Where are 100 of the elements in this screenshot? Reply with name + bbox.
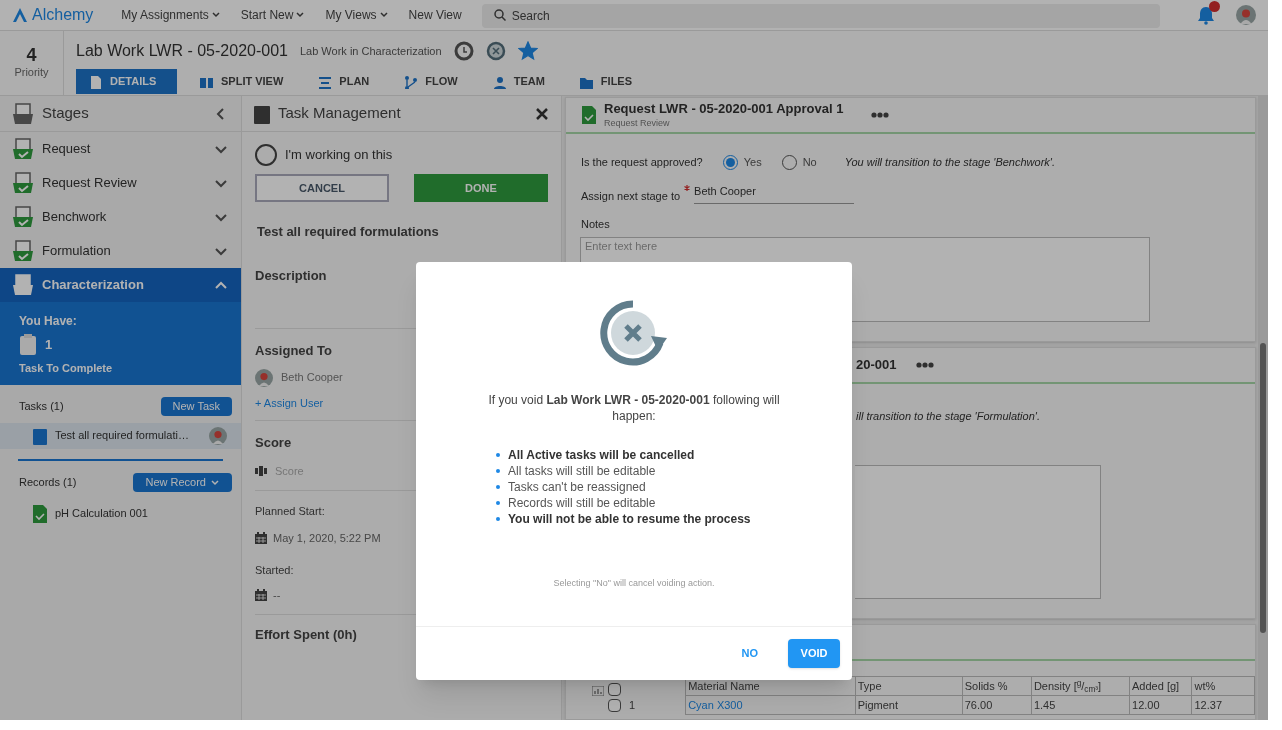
field-label: Description xyxy=(255,266,327,285)
dialog-note: Selecting "No" will cancel voiding action. xyxy=(552,577,716,590)
new-task-button[interactable]: New Task xyxy=(160,397,232,416)
checkbox[interactable] xyxy=(608,682,621,696)
document-check-icon xyxy=(582,106,596,124)
avatar-icon xyxy=(255,368,273,387)
no-button[interactable]: NO xyxy=(733,639,766,668)
caret-icon xyxy=(295,10,306,20)
summary-heading: You Have: xyxy=(19,313,78,330)
stage-item[interactable]: Benchwork xyxy=(0,200,241,234)
done-button[interactable]: DONE xyxy=(414,174,548,202)
bell-icon[interactable] xyxy=(1196,5,1216,25)
document-check-icon xyxy=(33,504,47,523)
new-record-button[interactable]: New Record xyxy=(133,473,232,492)
calendar-icon xyxy=(255,588,267,601)
column-header: Added [g] xyxy=(1129,676,1192,696)
task-count: 1 xyxy=(45,336,53,355)
field-label: Notes xyxy=(581,217,610,232)
task-name: Test all required formulations xyxy=(257,223,439,241)
clipboard-icon xyxy=(19,334,37,356)
tab[interactable]: SPLIT VIEW xyxy=(187,69,296,94)
working-checkbox[interactable]: I'm working on this xyxy=(255,144,548,166)
tab[interactable]: FILES xyxy=(566,69,645,94)
stage-item[interactable]: Request Review xyxy=(0,166,241,200)
column-header: Solids % xyxy=(962,676,1032,696)
close-icon[interactable] xyxy=(535,106,549,121)
search-icon xyxy=(493,8,506,21)
void-button[interactable]: VOID xyxy=(788,639,840,668)
logo-icon xyxy=(12,7,28,23)
nav-menu[interactable]: My Views xyxy=(325,6,389,24)
tab[interactable]: PLAN xyxy=(305,69,382,94)
stage-check-icon xyxy=(12,172,34,194)
star-icon[interactable] xyxy=(517,41,538,61)
summary-caption: Task To Complete xyxy=(19,361,114,376)
record-item[interactable]: pH Calculation 001 xyxy=(0,498,241,529)
table-cell: 12.37 xyxy=(1192,695,1255,715)
stage-tray-icon xyxy=(12,102,34,125)
priority-number: 4 xyxy=(26,45,37,64)
cancel-refresh-icon[interactable] xyxy=(485,41,506,61)
nav-menu[interactable]: Start New xyxy=(240,6,306,24)
column-header: Density [$^{g}$/$_{cm³}$] xyxy=(1031,676,1130,696)
tab[interactable]: TEAM xyxy=(479,69,557,94)
stage-check-icon xyxy=(12,138,34,160)
record-status: Lab Work in Characterization xyxy=(299,43,442,59)
people-icon xyxy=(491,74,506,89)
caret-icon xyxy=(210,10,221,20)
cancel-button[interactable]: CANCEL xyxy=(255,174,389,202)
assignee-field[interactable]: Beth Cooper xyxy=(694,182,855,204)
date-value: -- xyxy=(273,587,281,603)
table-cell: Pigment xyxy=(855,695,963,715)
stage-check-icon xyxy=(12,206,34,228)
transition-note: ill transition to the stage 'Formulation'. xyxy=(856,409,1040,424)
table-cell: 1.45 xyxy=(1031,695,1130,715)
bullet-icon xyxy=(496,469,500,473)
stage-check-icon xyxy=(12,240,34,262)
material-link[interactable]: Cyan X300 xyxy=(685,695,856,715)
column-header: wt% xyxy=(1192,676,1255,696)
date-value: May 1, 2020, 5:22 PM xyxy=(273,530,381,546)
bullet-icon xyxy=(496,453,500,457)
section-label: Tasks (1) xyxy=(19,399,64,415)
tab[interactable]: DETAILS xyxy=(76,69,177,94)
lines-icon xyxy=(317,74,332,89)
gauge-icon xyxy=(255,465,267,476)
row-number: 1 xyxy=(629,697,636,713)
table-cell: 12.00 xyxy=(1129,695,1192,715)
checkbox[interactable] xyxy=(608,698,621,712)
field-label: Planned Start: xyxy=(255,504,325,519)
priority-label: Priority xyxy=(14,64,49,80)
nav-menu[interactable]: New View xyxy=(408,6,462,24)
consequence-item: Records will still be editable xyxy=(508,495,656,511)
notes-field[interactable] xyxy=(855,464,1101,599)
scrollbar-thumb[interactable] xyxy=(1260,343,1266,633)
caret-icon xyxy=(210,477,220,488)
clock-refresh-icon xyxy=(453,41,474,61)
more-icon[interactable] xyxy=(871,112,890,118)
bullet-icon xyxy=(496,501,500,505)
panel-title: Task Management xyxy=(278,103,402,124)
radio-option[interactable]: No xyxy=(781,154,817,171)
tab[interactable]: FLOW xyxy=(391,69,470,94)
field-label: Effort Spent (0h) xyxy=(255,626,357,644)
stage-item[interactable]: Request xyxy=(0,132,241,166)
consequence-item: All tasks will still be editable xyxy=(508,463,656,479)
bullet-icon xyxy=(496,485,500,489)
stage-item[interactable]: Formulation xyxy=(0,234,241,268)
chart-icon xyxy=(592,685,604,696)
nav-menu[interactable]: My Assignments xyxy=(121,6,221,24)
task-item[interactable]: Test all required formulati… xyxy=(0,422,241,449)
required-icon xyxy=(684,184,691,191)
field-label: Started: xyxy=(255,563,294,578)
assignee-name: Beth Cooper xyxy=(281,370,343,386)
calendar-icon xyxy=(255,531,267,544)
more-icon[interactable] xyxy=(916,362,935,368)
document-icon xyxy=(88,74,102,89)
radio-option[interactable]: Yes xyxy=(722,154,762,171)
stage-item[interactable]: Characterization xyxy=(0,268,241,302)
clipboard-icon xyxy=(33,426,47,445)
panel-title: Stages xyxy=(42,103,90,124)
card-title: 20-001 xyxy=(856,356,897,375)
search-field[interactable]: Search xyxy=(481,3,1160,28)
clipboard-icon xyxy=(254,103,270,124)
